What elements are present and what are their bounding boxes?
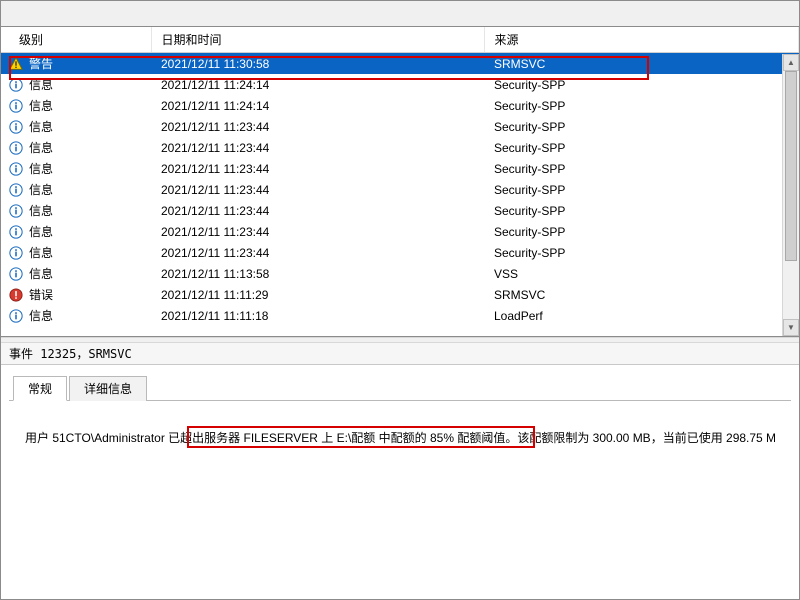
- detail-body: 用户 51CTO\Administrator 已超出服务器 FILESERVER…: [9, 401, 791, 462]
- info-icon: [9, 225, 23, 239]
- event-detail-pane: 常规 详细信息 用户 51CTO\Administrator 已超出服务器 FI…: [1, 365, 799, 599]
- table-row[interactable]: 错误 2021/12/11 11:11:29SRMSVC: [1, 284, 799, 305]
- scroll-track[interactable]: [783, 71, 799, 319]
- cell-level: 信息: [1, 95, 151, 116]
- cell-datetime: 2021/12/11 11:24:14: [151, 74, 484, 95]
- window-top-bar: [1, 1, 799, 27]
- scroll-thumb[interactable]: [785, 71, 797, 261]
- info-icon: [9, 99, 23, 113]
- cell-level: 信息: [1, 74, 151, 95]
- cell-source: SRMSVC: [484, 53, 799, 75]
- event-list-scrollbar[interactable]: ▲ ▼: [782, 54, 799, 336]
- table-row[interactable]: 警告 2021/12/11 11:30:58SRMSVC: [1, 53, 799, 75]
- event-viewer-window: 级别 日期和时间 来源 警告2021/12/11 11:30:58SRMSVC信…: [0, 0, 800, 600]
- cell-source: Security-SPP: [484, 158, 799, 179]
- cell-datetime: 2021/12/11 11:23:44: [151, 116, 484, 137]
- info-icon: [9, 78, 23, 92]
- table-row[interactable]: 信息 2021/12/11 11:23:44Security-SPP: [1, 242, 799, 263]
- level-label: 信息: [29, 76, 53, 93]
- cell-datetime: 2021/12/11 11:11:29: [151, 284, 484, 305]
- info-icon: [9, 246, 23, 260]
- cell-datetime: 2021/12/11 11:24:14: [151, 95, 484, 116]
- table-row[interactable]: 信息 2021/12/11 11:23:44Security-SPP: [1, 179, 799, 200]
- tab-details[interactable]: 详细信息: [69, 376, 147, 401]
- level-label: 警告: [29, 55, 53, 72]
- cell-level: 警告: [1, 53, 151, 74]
- level-label: 信息: [29, 244, 53, 261]
- level-label: 信息: [29, 223, 53, 240]
- cell-datetime: 2021/12/11 11:23:44: [151, 137, 484, 158]
- cell-level: 信息: [1, 179, 151, 200]
- level-label: 信息: [29, 118, 53, 135]
- info-icon: [9, 120, 23, 134]
- info-icon: [9, 267, 23, 281]
- table-row[interactable]: 信息 2021/12/11 11:11:18LoadPerf: [1, 305, 799, 326]
- info-icon: [9, 309, 23, 323]
- event-message-text: 用户 51CTO\Administrator 已超出服务器 FILESERVER…: [25, 429, 775, 446]
- column-header-source[interactable]: 来源: [484, 27, 799, 53]
- table-row[interactable]: 信息 2021/12/11 11:23:44Security-SPP: [1, 200, 799, 221]
- info-icon: [9, 141, 23, 155]
- level-label: 信息: [29, 139, 53, 156]
- table-row[interactable]: 信息 2021/12/11 11:23:44Security-SPP: [1, 137, 799, 158]
- table-row[interactable]: 信息 2021/12/11 11:23:44Security-SPP: [1, 116, 799, 137]
- cell-datetime: 2021/12/11 11:23:44: [151, 242, 484, 263]
- cell-source: Security-SPP: [484, 137, 799, 158]
- cell-level: 信息: [1, 263, 151, 284]
- level-label: 信息: [29, 181, 53, 198]
- column-header-datetime[interactable]: 日期和时间: [151, 27, 484, 53]
- level-label: 信息: [29, 307, 53, 324]
- cell-datetime: 2021/12/11 11:23:44: [151, 200, 484, 221]
- level-label: 信息: [29, 265, 53, 282]
- cell-datetime: 2021/12/11 11:23:44: [151, 179, 484, 200]
- cell-source: SRMSVC: [484, 284, 799, 305]
- cell-source: Security-SPP: [484, 116, 799, 137]
- cell-level: 错误: [1, 284, 151, 305]
- cell-datetime: 2021/12/11 11:23:44: [151, 158, 484, 179]
- cell-source: Security-SPP: [484, 95, 799, 116]
- error-icon: [9, 288, 23, 302]
- detail-tabs: 常规 详细信息: [9, 375, 791, 401]
- cell-level: 信息: [1, 137, 151, 158]
- table-row[interactable]: 信息 2021/12/11 11:24:14Security-SPP: [1, 74, 799, 95]
- scroll-up-button[interactable]: ▲: [783, 54, 799, 71]
- scroll-down-button[interactable]: ▼: [783, 319, 799, 336]
- tab-general[interactable]: 常规: [13, 376, 67, 401]
- table-header-row: 级别 日期和时间 来源: [1, 27, 799, 53]
- warning-icon: [9, 57, 23, 71]
- event-list-pane: 级别 日期和时间 来源 警告2021/12/11 11:30:58SRMSVC信…: [1, 27, 799, 337]
- cell-source: Security-SPP: [484, 242, 799, 263]
- cell-level: 信息: [1, 242, 151, 263]
- cell-source: VSS: [484, 263, 799, 284]
- table-row[interactable]: 信息 2021/12/11 11:23:44Security-SPP: [1, 158, 799, 179]
- event-table: 级别 日期和时间 来源 警告2021/12/11 11:30:58SRMSVC信…: [1, 27, 799, 326]
- column-header-level[interactable]: 级别: [1, 27, 151, 53]
- cell-source: Security-SPP: [484, 179, 799, 200]
- cell-datetime: 2021/12/11 11:30:58: [151, 53, 484, 75]
- cell-level: 信息: [1, 116, 151, 137]
- cell-source: LoadPerf: [484, 305, 799, 326]
- level-label: 信息: [29, 160, 53, 177]
- table-row[interactable]: 信息 2021/12/11 11:24:14Security-SPP: [1, 95, 799, 116]
- level-label: 错误: [29, 286, 53, 303]
- level-label: 信息: [29, 202, 53, 219]
- cell-level: 信息: [1, 221, 151, 242]
- cell-source: Security-SPP: [484, 221, 799, 242]
- cell-datetime: 2021/12/11 11:11:18: [151, 305, 484, 326]
- cell-level: 信息: [1, 200, 151, 221]
- cell-level: 信息: [1, 305, 151, 326]
- cell-source: Security-SPP: [484, 74, 799, 95]
- table-row[interactable]: 信息 2021/12/11 11:13:58VSS: [1, 263, 799, 284]
- level-label: 信息: [29, 97, 53, 114]
- cell-source: Security-SPP: [484, 200, 799, 221]
- info-icon: [9, 183, 23, 197]
- info-icon: [9, 204, 23, 218]
- event-status-bar: 事件 12325，SRMSVC: [1, 343, 799, 365]
- table-row[interactable]: 信息 2021/12/11 11:23:44Security-SPP: [1, 221, 799, 242]
- cell-level: 信息: [1, 158, 151, 179]
- cell-datetime: 2021/12/11 11:23:44: [151, 221, 484, 242]
- info-icon: [9, 162, 23, 176]
- cell-datetime: 2021/12/11 11:13:58: [151, 263, 484, 284]
